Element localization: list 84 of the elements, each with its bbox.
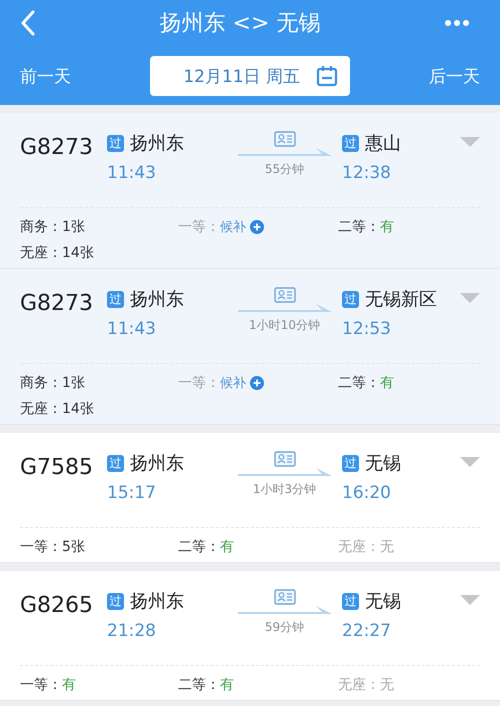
station-name: 扬州东 (130, 288, 184, 311)
id-card-icon (274, 287, 296, 303)
seat-label: 二等： (178, 676, 220, 694)
date-text: 12月11日 周五 (183, 66, 300, 88)
seat-value: 1张 (62, 218, 85, 236)
seat-value: 无 (380, 676, 394, 694)
train-number: G8273 (20, 135, 94, 160)
seat-value: 1张 (62, 374, 85, 392)
train-number: G7585 (20, 455, 94, 480)
time-text: 12:53 (342, 319, 392, 339)
station-name: 扬州东 (130, 452, 184, 475)
more-icon[interactable] (444, 19, 470, 27)
page-title: 扬州东 <> 无锡 (160, 10, 320, 38)
pass-badge: 过 (342, 290, 359, 308)
time-text: 22:27 (342, 621, 392, 641)
seat-value: 候补 (220, 375, 246, 392)
seat-value: 14张 (62, 244, 94, 262)
seat-label: 商务： (20, 374, 62, 392)
train-card[interactable]: G8265 过 扬州东 21:28 59分钟 过 无锡 22:27 一等：有 二等：有 无座：无 (0, 571, 500, 701)
seat-value: 有 (220, 676, 234, 694)
duration-text: 59分钟 (264, 619, 304, 636)
station-name: 无锡 (365, 590, 401, 613)
time-text: 16:20 (342, 483, 392, 503)
train-number: G8273 (20, 291, 94, 316)
seat-value: 有 (380, 218, 394, 236)
arrow-icon (238, 467, 332, 477)
time-text: 11:43 (107, 163, 157, 183)
id-card-icon (274, 131, 296, 147)
seat-label: 二等： (338, 218, 380, 236)
seat-label: 无座： (20, 400, 62, 418)
id-card-icon (274, 589, 296, 605)
dropdown-icon[interactable] (460, 293, 480, 303)
seat-label: 二等： (338, 374, 380, 392)
seat-value: 14张 (62, 400, 94, 418)
time-text: 15:17 (107, 483, 157, 503)
seat-value: 有 (220, 538, 234, 556)
arrow-icon (238, 605, 332, 615)
seat-value: 候补 (220, 219, 246, 236)
seat-value: 无 (380, 538, 394, 556)
seat-label: 无座： (338, 538, 380, 556)
arrow-icon (238, 303, 332, 313)
time-text: 21:28 (107, 621, 157, 641)
id-card-icon (274, 451, 296, 467)
seat-label: 二等： (178, 538, 220, 556)
train-number: G8265 (20, 593, 94, 618)
station-name: 无锡新区 (365, 288, 437, 311)
station-name: 惠山 (365, 132, 401, 155)
time-text: 12:38 (342, 163, 392, 183)
seat-label: 一等： (20, 676, 62, 694)
pass-badge: 过 (107, 134, 124, 152)
pass-badge: 过 (107, 592, 124, 610)
seat-label: 无座： (338, 676, 380, 694)
seat-value: 5张 (62, 538, 85, 556)
pass-badge: 过 (107, 454, 124, 472)
pass-badge: 过 (342, 454, 359, 472)
plus-icon[interactable] (250, 220, 264, 234)
dropdown-icon[interactable] (460, 457, 480, 467)
calendar-icon[interactable] (316, 65, 338, 87)
seat-label: 商务： (20, 218, 62, 236)
train-card[interactable]: G8273 过 扬州东 11:43 1小时10分钟 过 无锡新区 12:53 商务：1张 一等：候补 二等：有 无座：14张 (0, 269, 500, 425)
back-icon[interactable] (20, 10, 36, 36)
duration-text: 55分钟 (264, 161, 304, 178)
pass-badge: 过 (342, 134, 359, 152)
train-card[interactable]: G7585 过 扬州东 15:17 1小时3分钟 过 无锡 16:20 一等：5张 二等：有 无座：无 (0, 433, 500, 563)
seat-value: 有 (62, 676, 76, 694)
time-text: 11:43 (107, 319, 157, 339)
station-name: 扬州东 (130, 590, 184, 613)
arrow-icon (238, 147, 332, 157)
seat-label: 一等： (20, 538, 62, 556)
dropdown-icon[interactable] (460, 595, 480, 605)
date-picker[interactable]: 12月11日 周五 (150, 56, 350, 96)
pass-badge: 过 (342, 592, 359, 610)
station-name: 扬州东 (130, 132, 184, 155)
train-card[interactable]: G8273 过 扬州东 11:43 55分钟 过 惠山 12:38 商务：1张 一等：候补 二等：有 无座：14张 (0, 113, 500, 269)
station-name: 无锡 (365, 452, 401, 475)
seat-label: 一等： (178, 218, 220, 236)
seat-value: 有 (380, 374, 394, 392)
duration-text: 1小时3分钟 (252, 481, 316, 498)
seat-label: 一等： (178, 374, 220, 392)
dropdown-icon[interactable] (460, 137, 480, 147)
plus-icon[interactable] (250, 376, 264, 390)
seat-label: 无座： (20, 244, 62, 262)
duration-text: 1小时10分钟 (249, 317, 320, 334)
pass-badge: 过 (107, 290, 124, 308)
